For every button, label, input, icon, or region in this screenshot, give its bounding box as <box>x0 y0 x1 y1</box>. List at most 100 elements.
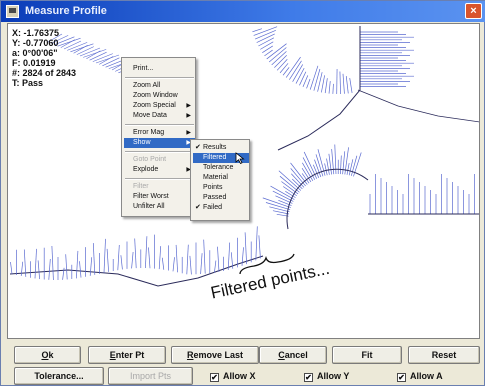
error-whisker <box>37 260 40 280</box>
menu-item-goto-point[interactable]: Goto Point <box>124 155 195 165</box>
readout-f: F: 0.01919 <box>12 58 56 68</box>
cancel-button[interactable]: Cancel <box>259 346 327 364</box>
error-whisker <box>302 157 316 180</box>
error-whisker <box>175 244 178 273</box>
error-whisker <box>99 56 114 65</box>
error-whisker <box>106 248 109 272</box>
menu-item-error-mag[interactable]: Error Mag ▶ <box>124 128 195 138</box>
allow-a-checkbox[interactable]: ✔ Allow A <box>397 371 443 382</box>
readout-x: X: -1.76375 <box>12 28 60 38</box>
submenu-item-points[interactable]: Points <box>193 183 249 193</box>
error-whisker <box>326 158 330 175</box>
checkbox-box: ✔ <box>304 373 313 382</box>
error-whisker <box>332 83 334 94</box>
error-whisker <box>20 261 24 276</box>
menu-item-zoom-special[interactable]: Zoom Special ▶ <box>124 101 195 111</box>
error-whisker <box>306 78 311 89</box>
error-whisker <box>186 244 189 275</box>
checkbox-box: ✔ <box>210 373 219 382</box>
menu-item-explode[interactable]: Explode ▶ <box>124 165 195 175</box>
app-icon[interactable] <box>6 5 19 18</box>
mouse-pointer-icon <box>235 152 245 164</box>
submenu-item-material[interactable]: Material <box>193 173 249 183</box>
error-whisker <box>92 243 96 275</box>
reset-button[interactable]: Reset <box>408 346 480 364</box>
error-whisker <box>346 162 350 175</box>
submenu-arrow-icon: ▶ <box>186 103 191 109</box>
error-whisker <box>285 56 301 78</box>
title-bar[interactable]: Measure Profile × <box>1 1 485 22</box>
error-whisker <box>203 239 206 274</box>
error-whisker <box>256 33 275 43</box>
menu-item-show[interactable]: Show ▶ <box>124 138 195 148</box>
error-whisker <box>349 78 353 93</box>
error-whisker <box>214 260 217 273</box>
error-whisker <box>89 51 107 61</box>
error-whisker <box>342 73 345 94</box>
fit-button[interactable]: Fit <box>332 346 402 364</box>
error-whisker <box>244 232 247 265</box>
menu-item-zoom-window[interactable]: Zoom Window <box>124 91 195 101</box>
menu-item-unfilter-all[interactable]: Unfilter All <box>124 202 195 212</box>
error-whisker <box>62 267 65 280</box>
tolerance-button[interactable]: Tolerance... <box>14 367 104 385</box>
menu-item-zoom-all[interactable]: Zoom All <box>124 81 195 91</box>
menu-item-print[interactable]: Print... <box>124 64 195 74</box>
error-whisker <box>312 164 320 178</box>
error-whisker <box>339 71 341 94</box>
menu-item-filter-worst[interactable]: Filter Worst <box>124 192 195 202</box>
error-whisker <box>134 238 137 269</box>
readout-point-count: #: 2824 of 2843 <box>12 68 77 78</box>
checkmark-icon: ✔ <box>195 144 201 151</box>
error-whisker <box>309 65 319 90</box>
measure-profile-window: Measure Profile × X: -1.76375 Y: -0.7706… <box>0 0 485 386</box>
readout-y: Y: -0.77060 <box>12 38 59 48</box>
error-whisker <box>158 246 162 270</box>
profile-path <box>357 89 479 123</box>
allow-x-checkbox[interactable]: ✔ Allow X <box>210 371 256 382</box>
error-whisker <box>103 238 106 273</box>
checkmark-icon: ✔ <box>195 204 201 211</box>
error-whisker <box>86 50 101 60</box>
menu-separator <box>125 151 194 153</box>
submenu-item-failed[interactable]: ✔ Failed <box>193 203 249 213</box>
menu-item-move-data[interactable]: Move Data ▶ <box>124 111 195 121</box>
error-whisker <box>269 206 290 213</box>
error-whisker <box>102 57 120 67</box>
error-whisker <box>120 255 123 270</box>
error-whisker <box>279 63 289 74</box>
menu-separator <box>125 124 194 126</box>
error-whisker <box>79 261 82 278</box>
allow-y-checkbox[interactable]: ✔ Allow Y <box>304 371 349 382</box>
error-whisker <box>342 151 346 175</box>
import-points-button[interactable]: Import Pts <box>108 367 193 385</box>
submenu-item-passed[interactable]: Passed <box>193 193 249 203</box>
error-whisker <box>345 75 349 94</box>
error-whisker <box>324 163 328 176</box>
enter-point-button[interactable]: Enter Pt <box>88 346 166 364</box>
error-whisker <box>65 254 68 280</box>
error-whisker <box>241 247 244 266</box>
window-title: Measure Profile <box>25 5 107 17</box>
error-whisker <box>161 257 165 270</box>
menu-item-filter[interactable]: Filter <box>124 182 195 192</box>
error-whisker <box>227 242 231 270</box>
error-whisker <box>313 68 321 91</box>
error-whisker <box>131 251 134 269</box>
ok-button[interactable]: Ok <box>14 346 81 364</box>
close-icon[interactable]: × <box>465 3 482 19</box>
submenu-item-tolerance[interactable]: Tolerance <box>193 163 249 173</box>
error-whisker <box>252 28 263 33</box>
error-whisker <box>321 75 325 93</box>
error-whisker <box>34 248 37 279</box>
error-whisker <box>48 259 51 280</box>
error-whisker <box>340 155 342 175</box>
error-whisker <box>295 67 305 84</box>
error-whisker <box>258 37 275 47</box>
error-whisker <box>200 253 203 275</box>
error-whisker <box>217 246 220 272</box>
error-whisker <box>328 81 331 94</box>
remove-last-button[interactable]: Remove Last <box>171 346 259 364</box>
error-whisker <box>258 235 261 259</box>
error-whisker <box>148 247 151 269</box>
